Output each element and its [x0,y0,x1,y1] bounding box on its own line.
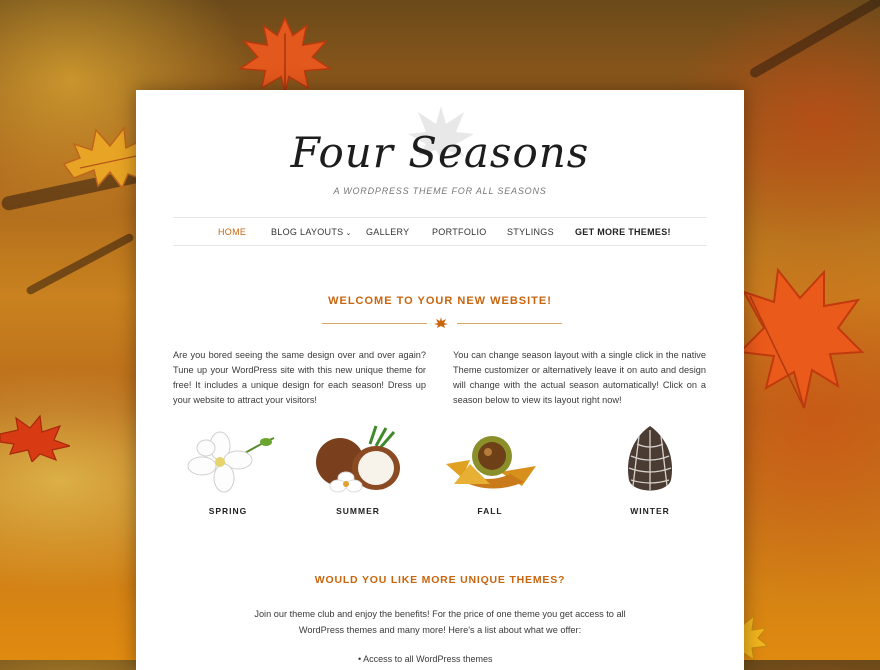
pine-cone-icon [627,426,673,491]
intro-text-right: You can change season layout with a sing… [453,350,706,405]
content-panel: Four Seasons A WORDPRESS THEME FOR ALL S… [136,90,744,670]
season-label: WINTER [630,506,670,516]
maple-leaf-icon [237,16,333,95]
white-flower-icon [187,431,275,493]
maple-leaf-icon [0,414,70,462]
season-label: SPRING [208,506,248,516]
season-label: SUMMER [336,506,380,516]
nav-item-stylings[interactable]: STYLINGS [507,227,554,237]
list-item: • Access to all WordPress themes [358,654,493,664]
season-summer[interactable]: SUMMER [303,424,413,516]
coconut-icon [316,425,400,493]
nav-item-get-more-themes[interactable]: GET MORE THEMES! [575,227,671,237]
nav-item-gallery[interactable]: GALLERY [366,227,409,237]
site-header: Four Seasons A WORDPRESS THEME FOR ALL S… [136,90,744,210]
season-fall[interactable]: FALL [435,424,545,516]
nav-item-home[interactable]: HOME [218,227,246,237]
season-spring[interactable]: SPRING [173,424,283,516]
background-branch [25,232,135,296]
nav-item-label: BLOG LAYOUTS [271,227,344,237]
season-label: FALL [477,506,503,516]
maple-leaf-icon [737,267,865,409]
nav-item-blog-layouts[interactable]: BLOG LAYOUTS ⌄ [271,227,352,237]
main-navigation: HOME BLOG LAYOUTS ⌄ GALLERY PORTFOLIO STY… [173,217,707,246]
welcome-heading: WELCOME TO YOUR NEW WEBSITE! [328,295,552,307]
chevron-down-icon: ⌄ [345,230,352,237]
leaf-divider-icon [434,317,448,328]
more-themes-text: Join our theme club and enjoy the benefi… [254,609,626,635]
background-branch [748,0,880,80]
more-themes-heading: WOULD YOU LIKE MORE UNIQUE THEMES? [314,574,566,586]
site-title[interactable]: Four Seasons [136,128,744,177]
season-winter[interactable]: WINTER [595,424,705,516]
site-tagline: A WORDPRESS THEME FOR ALL SEASONS [333,186,547,196]
chestnut-leaves-icon [446,436,536,489]
intro-text-left: Are you bored seeing the same design ove… [173,350,426,405]
section-divider [322,317,562,329]
nav-item-portfolio[interactable]: PORTFOLIO [432,227,487,237]
